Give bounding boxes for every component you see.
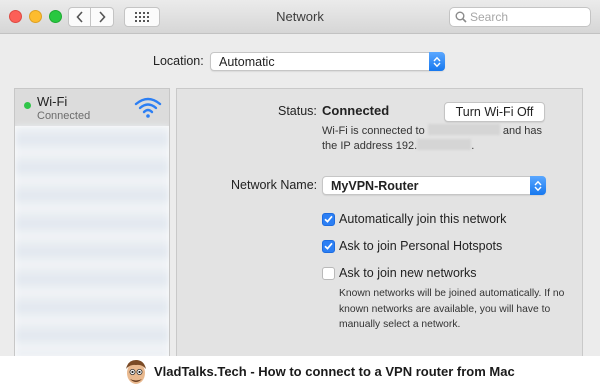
network-name-label: Network Name: [231, 178, 318, 192]
turn-wifi-off-button[interactable]: Turn Wi-Fi Off [444, 102, 545, 122]
network-name-popup[interactable]: MyVPN-Router [322, 176, 546, 195]
updown-arrows-icon [429, 52, 445, 71]
network-preferences-window: Network Location: Automatic Wi-Fi Connec… [0, 0, 600, 356]
new-networks-checkbox[interactable] [322, 266, 335, 280]
sidebar-item-wifi[interactable]: Wi-Fi Connected [15, 89, 169, 126]
caption-text: VladTalks.Tech - How to connect to a VPN… [154, 364, 515, 379]
network-name-value: MyVPN-Router [331, 179, 419, 193]
auto-join-checkbox[interactable] [322, 212, 335, 226]
personal-hotspots-option[interactable]: Ask to join Personal Hotspots [322, 238, 502, 254]
personal-hotspots-label: Ask to join Personal Hotspots [339, 239, 503, 253]
status-desc-part: . [471, 140, 475, 152]
search-input[interactable] [470, 9, 588, 25]
caption-bar: VladTalks.Tech - How to connect to a VPN… [0, 356, 600, 386]
sidebar-item-label: Wi-Fi [37, 94, 68, 109]
zoom-window-button[interactable] [49, 10, 62, 23]
avatar [126, 360, 146, 384]
auto-join-option[interactable]: Automatically join this network [322, 211, 506, 227]
location-popup[interactable]: Automatic [210, 52, 445, 71]
close-window-button[interactable] [9, 10, 22, 23]
status-dot [24, 102, 31, 109]
checkmark-icon [324, 215, 333, 223]
status-value: Connected [322, 103, 390, 118]
join-networks-note: Known networks will be joined automatica… [339, 288, 565, 330]
redacted-ip-address [417, 139, 472, 150]
updown-arrows-icon [530, 176, 546, 195]
forward-button[interactable] [91, 7, 114, 27]
wifi-icon [134, 97, 162, 118]
redacted-network-name [427, 124, 500, 135]
status-description: Wi-Fi is connected to and has the IP add… [322, 124, 552, 154]
sidebar-item-status: Connected [37, 110, 91, 122]
minimize-window-button[interactable] [29, 10, 42, 23]
status-label: Status: [278, 104, 317, 118]
new-networks-label: Ask to join new networks [339, 266, 477, 280]
grid-icon [135, 12, 149, 22]
status-desc-part: the IP address 192. [322, 140, 418, 152]
checkmark-icon [324, 242, 333, 250]
new-networks-option[interactable]: Ask to join new networks [322, 265, 477, 281]
status-desc-part: Wi-Fi is connected to [322, 125, 425, 137]
search-field[interactable] [449, 7, 591, 27]
location-label: Location: [153, 54, 204, 68]
show-all-button[interactable] [124, 7, 160, 27]
title-bar: Network [0, 0, 600, 34]
status-desc-part: and has [502, 125, 542, 137]
personal-hotspots-checkbox[interactable] [322, 239, 335, 253]
auto-join-label: Automatically join this network [339, 212, 507, 226]
back-button[interactable] [68, 7, 91, 27]
chevron-left-icon [75, 11, 83, 23]
location-value: Automatic [219, 55, 275, 69]
search-icon [455, 11, 467, 23]
chevron-right-icon [99, 11, 106, 23]
service-list: Wi-Fi Connected [14, 88, 170, 356]
blurred-service-list [15, 126, 169, 356]
